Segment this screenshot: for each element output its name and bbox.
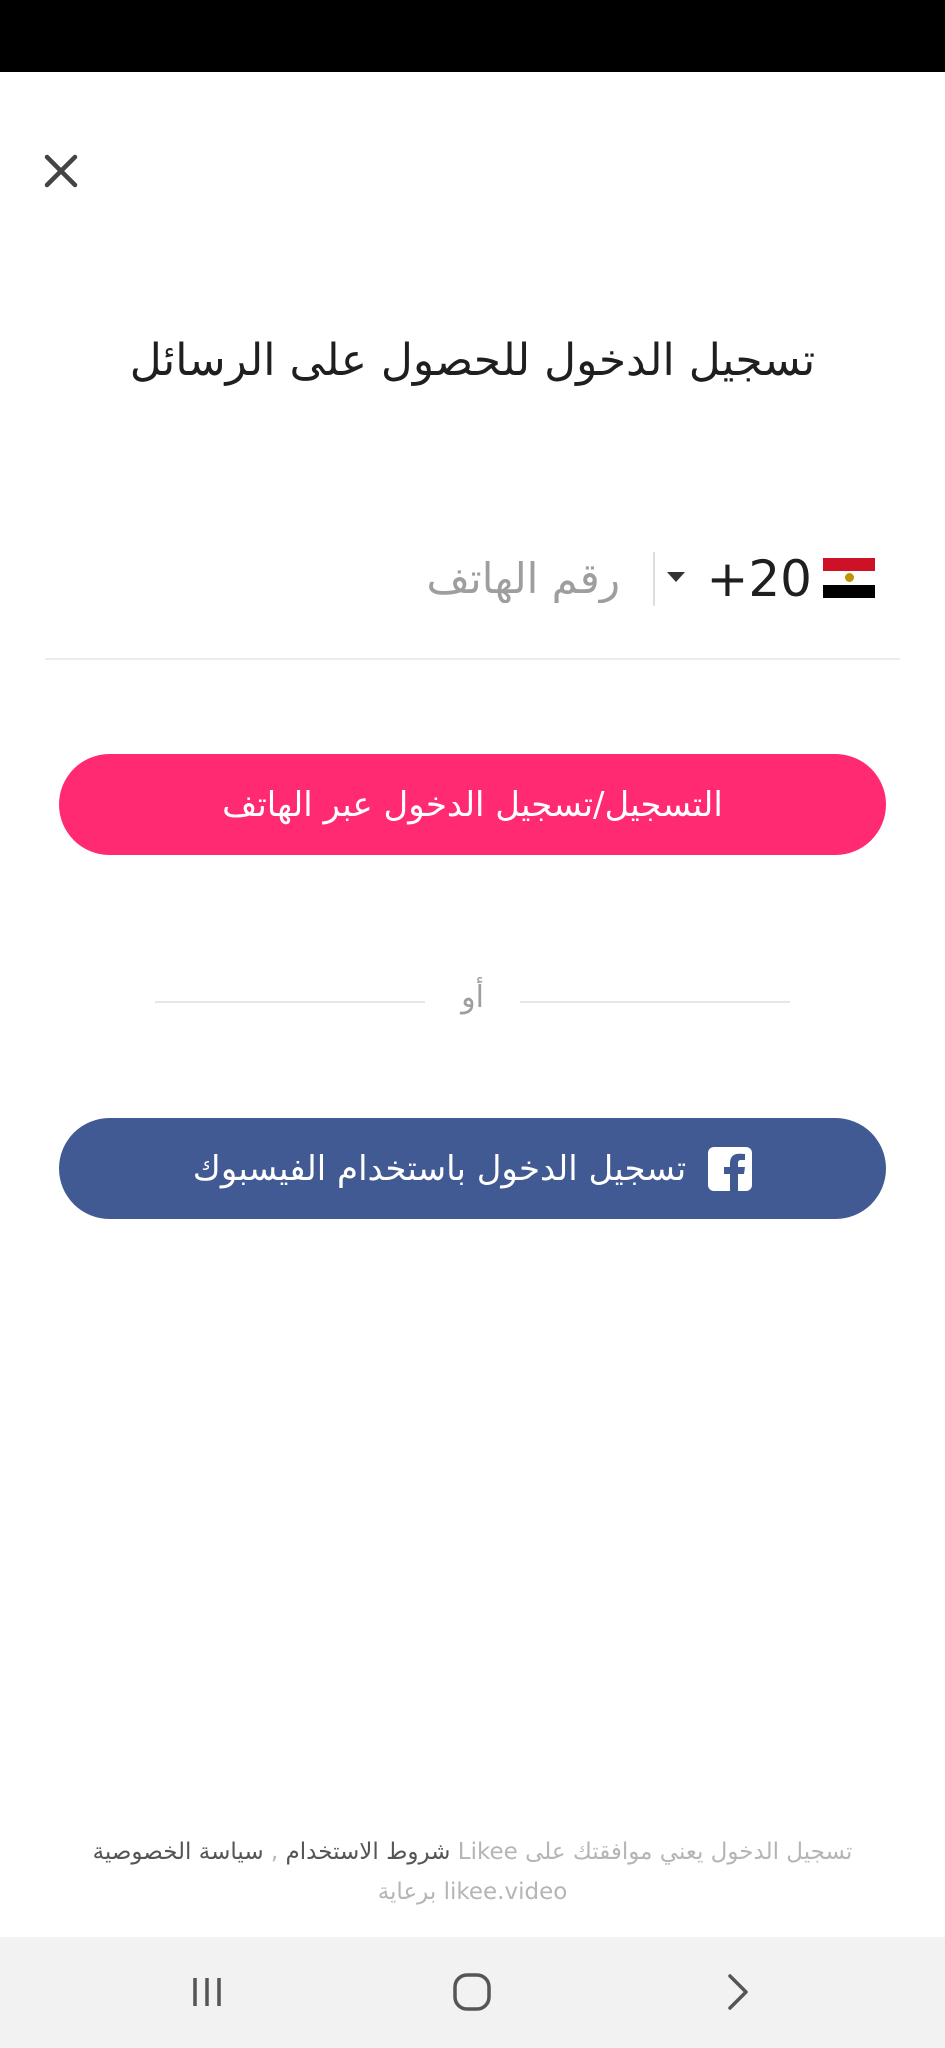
- egypt-flag-icon[interactable]: [823, 558, 875, 598]
- facebook-login-label: تسجيل الدخول باستخدام الفيسبوك: [192, 1148, 687, 1189]
- phone-number-input[interactable]: [80, 548, 620, 608]
- recents-icon: [193, 1978, 221, 2006]
- close-icon: [44, 154, 78, 188]
- back-button[interactable]: [697, 1957, 777, 2027]
- or-line-right: [520, 1001, 790, 1003]
- close-button[interactable]: [36, 146, 86, 196]
- system-nav-bar: [0, 1937, 945, 2048]
- login-screen: تسجيل الدخول للحصول على الرسائل +20 التس…: [0, 0, 945, 2048]
- phone-login-label: التسجيل/تسجيل الدخول عبر الهاتف: [222, 784, 723, 825]
- page-title: تسجيل الدخول للحصول على الرسائل: [129, 335, 816, 386]
- terms-separator: ,: [263, 1839, 286, 1865]
- terms-prefix: تسجيل الدخول يعني موافقتك على: [517, 1839, 853, 1865]
- phone-login-button[interactable]: التسجيل/تسجيل الدخول عبر الهاتف: [59, 754, 886, 855]
- recents-button[interactable]: [167, 1957, 247, 2027]
- caret-down-icon[interactable]: [667, 572, 685, 582]
- or-divider: أو: [155, 978, 790, 1028]
- facebook-icon: [708, 1146, 753, 1191]
- terms-notice: تسجيل الدخول يعني موافقتك على Likee شروط…: [60, 1832, 885, 1912]
- terms-brand: Likee: [457, 1839, 518, 1865]
- home-icon: [453, 1973, 491, 2011]
- home-button[interactable]: [432, 1957, 512, 2027]
- or-label: أو: [461, 980, 484, 1015]
- facebook-login-button[interactable]: تسجيل الدخول باستخدام الفيسبوك: [59, 1118, 886, 1219]
- terms-of-use-link[interactable]: شروط الاستخدام: [286, 1839, 451, 1865]
- privacy-policy-link[interactable]: سياسة الخصوصية: [93, 1839, 264, 1865]
- phone-number-row: +20: [45, 540, 900, 660]
- status-bar: [0, 0, 945, 72]
- phone-input-underline: [45, 658, 900, 660]
- phone-divider: [653, 552, 655, 606]
- terms-suffix: likee.video برعاية: [377, 1879, 568, 1905]
- country-code-selector[interactable]: +20: [706, 550, 812, 608]
- back-chevron-icon: [728, 1974, 748, 2010]
